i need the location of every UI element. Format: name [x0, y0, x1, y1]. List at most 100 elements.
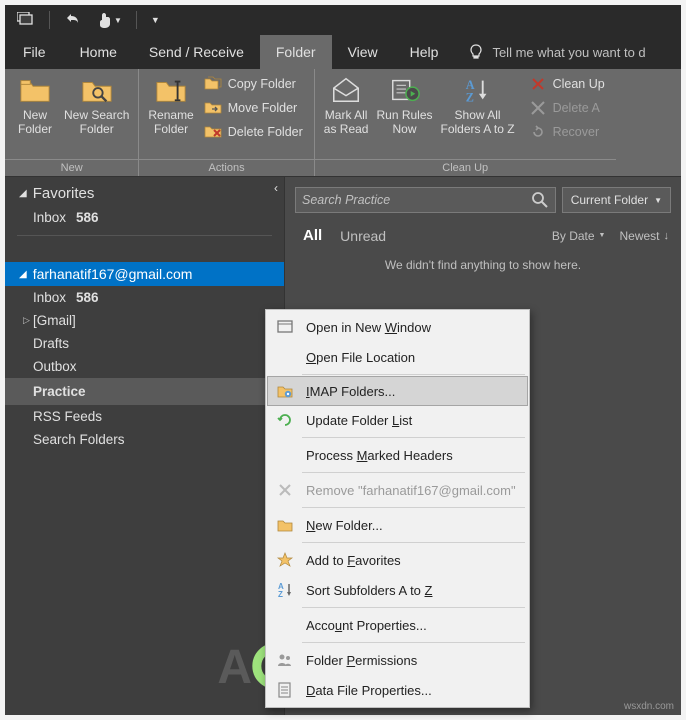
new-folder-button[interactable]: New Folder: [10, 72, 60, 138]
context-separator: [302, 374, 525, 375]
touch-mode-icon[interactable]: ▼: [94, 9, 126, 31]
folder-drafts[interactable]: Drafts: [5, 332, 284, 355]
rename-folder-label: Rename Folder: [148, 108, 193, 136]
tell-me-search[interactable]: Tell me what you want to d: [454, 35, 645, 69]
context-item-label: Folder Permissions: [306, 653, 417, 668]
chevron-down-icon: ◢: [19, 269, 27, 280]
context-item-17[interactable]: Folder Permissions: [268, 645, 527, 675]
context-item-label: Remove "farhanatif167@gmail.com": [306, 483, 516, 498]
tab-file[interactable]: File: [5, 35, 64, 69]
account-node[interactable]: ◢ farhanatif167@gmail.com: [5, 262, 284, 286]
delete-folder-icon: [204, 123, 222, 141]
ribbon-group-cleanup-label: Clean Up: [315, 159, 616, 174]
context-item-label: Sort Subfolders A to Z: [306, 583, 432, 598]
tab-view[interactable]: View: [332, 35, 394, 69]
context-item-4[interactable]: Update Folder List: [268, 405, 527, 435]
context-item-6[interactable]: Process Marked Headers: [268, 440, 527, 470]
copy-folder-icon: [204, 75, 222, 93]
ribbon-group-actions-label: Actions: [139, 159, 313, 174]
favorites-inbox[interactable]: Inbox 586: [5, 206, 284, 229]
az-icon: AZ: [272, 578, 298, 602]
move-folder-button[interactable]: Move Folder: [198, 96, 309, 120]
outbox-label: Outbox: [33, 359, 77, 374]
search-input[interactable]: Search Practice: [295, 187, 556, 213]
filter-all[interactable]: All: [303, 227, 322, 244]
context-item-15[interactable]: Account Properties...: [268, 610, 527, 640]
search-scope-dropdown[interactable]: Current Folder ▼: [562, 187, 671, 213]
chevron-down-icon: ▼: [599, 232, 606, 239]
clean-up-button[interactable]: Clean Up: [523, 72, 611, 96]
customize-dropdown-icon[interactable]: ▼: [147, 13, 164, 27]
run-rules-button[interactable]: Run Rules Now: [372, 72, 436, 138]
tab-send-receive[interactable]: Send / Receive: [133, 35, 260, 69]
delete-icon: [272, 478, 298, 502]
context-item-8: Remove "farhanatif167@gmail.com": [268, 475, 527, 505]
folder-search-icon: [81, 74, 113, 106]
context-item-13[interactable]: AZ Sort Subfolders A to Z: [268, 575, 527, 605]
lightbulb-icon: [468, 44, 484, 60]
separator: [17, 235, 272, 236]
inbox-count: 586: [76, 210, 99, 225]
copy-folder-button[interactable]: Copy Folder: [198, 72, 309, 96]
recover-button[interactable]: Recover: [523, 120, 611, 144]
sort-order-toggle[interactable]: Newest ↓: [619, 229, 669, 243]
delete-folder-button[interactable]: Delete Folder: [198, 120, 309, 144]
window-list-icon[interactable]: [13, 10, 39, 31]
search-folders-label: Search Folders: [33, 432, 125, 447]
folder-practice[interactable]: Practice: [5, 378, 284, 405]
move-folder-label: Move Folder: [228, 101, 297, 115]
context-item-label: Add to Favorites: [306, 553, 401, 568]
sort-order-label: Newest: [619, 229, 659, 243]
rename-folder-button[interactable]: Rename Folder: [144, 72, 197, 138]
new-folder-label: New Folder: [18, 108, 52, 136]
undo-icon[interactable]: [60, 10, 84, 31]
folder-gear-icon: [272, 379, 298, 403]
search-icon[interactable]: [531, 191, 549, 209]
folder-search-folders[interactable]: Search Folders: [5, 428, 284, 451]
envelope-open-icon: [330, 74, 362, 106]
mark-all-read-button[interactable]: Mark All as Read: [320, 72, 373, 138]
mark-all-read-label: Mark All as Read: [324, 108, 369, 136]
delete-folder-label: Delete Folder: [228, 125, 303, 139]
svg-text:Z: Z: [278, 590, 283, 599]
tab-folder[interactable]: Folder: [260, 35, 332, 69]
folder-icon: [19, 74, 51, 106]
favorites-header[interactable]: ◢Favorites: [5, 181, 284, 206]
favorites-label: Favorites: [33, 185, 95, 202]
recover-icon: [529, 123, 547, 141]
collapse-chevron-icon[interactable]: ‹: [268, 181, 284, 195]
context-item-label: Open in New Window: [306, 320, 431, 335]
delete-all-button[interactable]: Delete A: [523, 96, 611, 120]
context-item-10[interactable]: New Folder...: [268, 510, 527, 540]
context-item-0[interactable]: Open in New Window: [268, 312, 527, 342]
context-item-3[interactable]: IMAP Folders...: [267, 376, 528, 406]
sort-by-label: By Date: [552, 229, 595, 243]
tab-home[interactable]: Home: [64, 35, 133, 69]
tell-me-label: Tell me what you want to d: [492, 45, 645, 60]
delete-all-icon: [529, 99, 547, 117]
source-watermark: wsxdn.com: [624, 701, 674, 712]
folder-cursor-icon: [155, 74, 187, 106]
tab-help[interactable]: Help: [394, 35, 455, 69]
separator: [49, 11, 50, 29]
filter-unread[interactable]: Unread: [340, 228, 386, 244]
new-search-folder-label: New Search Folder: [64, 108, 129, 136]
broom-x-icon: [529, 75, 547, 93]
run-rules-label: Run Rules Now: [376, 108, 432, 136]
new-search-folder-button[interactable]: New Search Folder: [60, 72, 133, 138]
context-item-label: Data File Properties...: [306, 683, 432, 698]
sort-by-dropdown[interactable]: By Date ▼: [552, 229, 606, 243]
context-item-12[interactable]: Add to Favorites: [268, 545, 527, 575]
context-item-1[interactable]: Open File Location: [268, 342, 527, 372]
folder-outbox[interactable]: Outbox: [5, 355, 284, 378]
folder-rss[interactable]: RSS Feeds: [5, 405, 284, 428]
context-item-18[interactable]: Data File Properties...: [268, 675, 527, 705]
arrow-down-icon: ↓: [664, 230, 670, 242]
blank-icon: [272, 345, 298, 369]
context-separator: [302, 507, 525, 508]
gmail-label: [Gmail]: [33, 313, 76, 328]
folder-gmail[interactable]: [Gmail]: [5, 309, 284, 332]
show-all-az-button[interactable]: AZ Show All Folders A to Z: [437, 72, 519, 138]
context-item-label: Account Properties...: [306, 618, 427, 633]
folder-inbox[interactable]: Inbox 586: [5, 286, 284, 309]
